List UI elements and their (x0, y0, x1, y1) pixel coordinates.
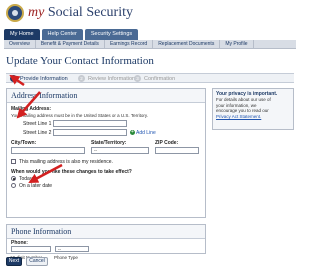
effective-later-radio[interactable] (11, 183, 16, 188)
cancel-button[interactable]: Cancel (26, 257, 48, 266)
subnav-benefit-payment[interactable]: Benefit & Payment Details (36, 40, 105, 48)
ssa-seal-logo (6, 4, 24, 22)
next-button[interactable]: Next (6, 257, 22, 266)
street-line-1-label: Street Line 1 (23, 121, 52, 127)
step-number: 1 (10, 75, 17, 82)
site-brand[interactable]: my Social Security (28, 5, 133, 21)
subnav-replacement-documents[interactable]: Replacement Documents (153, 40, 221, 48)
effective-today-radio[interactable] (11, 176, 16, 181)
phone-number-input[interactable] (11, 246, 51, 252)
subnav-my-profile[interactable]: My Profile (220, 40, 254, 48)
privacy-notice: Your privacy is important. For details a… (212, 88, 294, 130)
plus-icon: + (130, 129, 135, 136)
phone-section-title: Phone Information (7, 225, 205, 239)
zip-input[interactable] (155, 147, 199, 154)
sub-navigation: Overview Benefit & Payment Details Earni… (4, 40, 296, 49)
phone-type-select[interactable]: -- (55, 246, 89, 252)
site-header: my Social Security (0, 0, 300, 28)
effective-later-label: On a later date (19, 183, 53, 189)
state-select[interactable]: -- (91, 147, 149, 154)
tab-security-settings[interactable]: Security Settings (84, 29, 139, 40)
same-residence-label: This mailing address is also my residenc… (19, 159, 113, 165)
phone-type-hint: Phone Type (54, 255, 78, 260)
street-line-2-label: Street Line 2 (23, 130, 52, 136)
tab-help-center[interactable]: Help Center (41, 29, 83, 40)
subnav-earnings-record[interactable]: Earnings Record (105, 40, 154, 48)
subnav-overview[interactable]: Overview (4, 40, 36, 48)
address-section-title: Address Information (7, 89, 205, 103)
city-input[interactable] (11, 147, 85, 154)
step-provide-information: 1 Provide Information (10, 75, 68, 83)
effective-date-question: When would you like these changes to tak… (11, 169, 132, 175)
main-tabs: My Home Help Center Security Settings (4, 29, 139, 40)
step-label: Review Information (88, 76, 136, 82)
same-residence-checkbox[interactable] (11, 159, 16, 164)
progress-steps: 1 Provide Information 2 Review Information… (6, 73, 294, 83)
privacy-act-link[interactable]: Privacy Act Statement. (216, 114, 290, 120)
address-section: Address Information Mailing Address: You… (6, 88, 206, 218)
effective-today-label: Today (19, 176, 33, 182)
phone-section: Phone Information Phone: -- (6, 224, 206, 254)
step-label: Provide Information (20, 76, 68, 82)
zip-label: ZIP Code: (155, 140, 179, 146)
city-label: City/Town: (11, 140, 37, 146)
page-title: Update Your Contact Information (6, 55, 154, 67)
mailing-address-hint: Your mailing address must be in the Unit… (11, 113, 148, 118)
mailing-address-label: Mailing Address: (11, 106, 52, 112)
step-review-information: 2 Review Information (78, 75, 135, 83)
step-confirmation: 3 Confirmation (134, 75, 175, 83)
street-line-2-input[interactable] (53, 129, 127, 136)
state-label: State/Territory: (91, 140, 127, 146)
step-label: Confirmation (144, 76, 176, 82)
add-line-link[interactable]: + Add Line (130, 130, 156, 136)
tab-my-home[interactable]: My Home (4, 29, 40, 40)
step-number: 3 (134, 75, 141, 82)
step-number: 2 (78, 75, 85, 82)
street-line-1-input[interactable] (53, 120, 127, 127)
